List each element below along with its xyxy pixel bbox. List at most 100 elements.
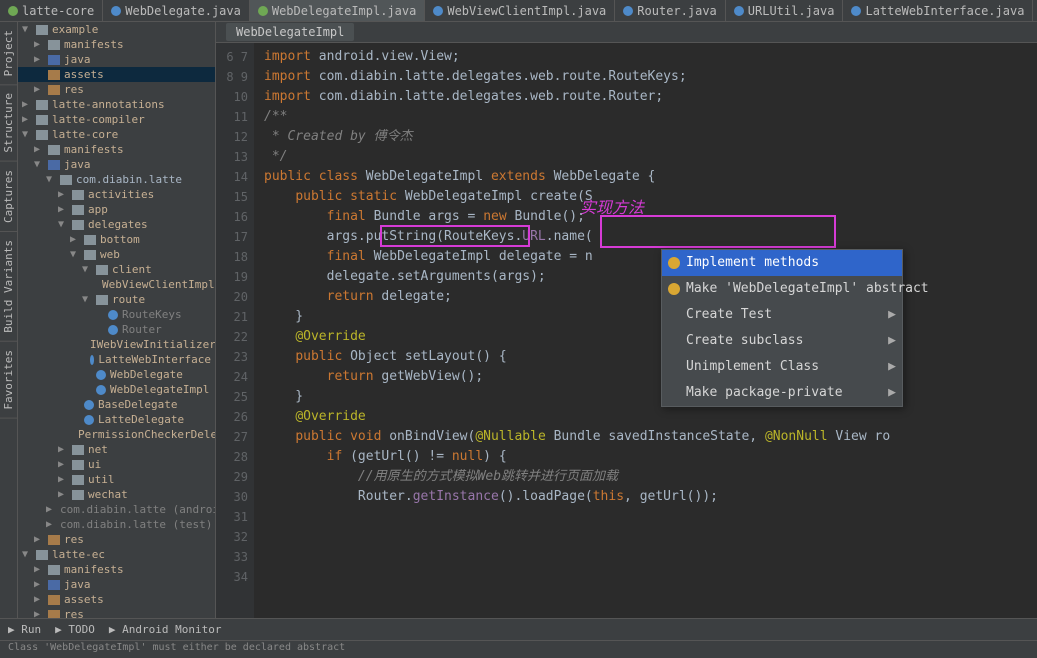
tree-item[interactable]: PermissionCheckerDelegate: [18, 427, 215, 442]
tree-item[interactable]: ▶res: [18, 607, 215, 618]
tree-item[interactable]: BaseDelegate: [18, 397, 215, 412]
editor-tab[interactable]: URLUtil.java: [726, 0, 844, 21]
code-line[interactable]: return getWebView();: [264, 367, 1027, 387]
tree-item[interactable]: RouteKeys: [18, 307, 215, 322]
tree-arrow-icon: ▼: [46, 174, 56, 185]
tree-item[interactable]: ▶activities: [18, 187, 215, 202]
tree-item[interactable]: LatteDelegate: [18, 412, 215, 427]
editor-tab[interactable]: Router.java: [615, 0, 725, 21]
code-line[interactable]: import com.diabin.latte.delegates.web.ro…: [264, 67, 1027, 87]
context-menu-item[interactable]: Make package-private▶: [662, 380, 902, 406]
tool-window-tab[interactable]: Captures: [0, 162, 17, 232]
code-line[interactable]: public Object setLayout() {: [264, 347, 1027, 367]
context-menu-item[interactable]: Create subclass▶: [662, 328, 902, 354]
tree-item[interactable]: WebDelegate: [18, 367, 215, 382]
submenu-arrow-icon: ▶: [888, 305, 896, 325]
tree-item[interactable]: ▼delegates: [18, 217, 215, 232]
tree-item[interactable]: WebViewClientImpl: [18, 277, 215, 292]
tree-item[interactable]: ▶wechat: [18, 487, 215, 502]
tree-item[interactable]: ▶manifests: [18, 562, 215, 577]
java-file-icon: [84, 400, 94, 410]
tree-item[interactable]: ▶java: [18, 577, 215, 592]
tree-item[interactable]: ▶assets: [18, 592, 215, 607]
context-menu-item[interactable]: Create Test▶: [662, 302, 902, 328]
tree-item[interactable]: ▶com.diabin.latte (test): [18, 517, 215, 532]
bottom-bar-tab[interactable]: ▶ TODO: [55, 623, 95, 636]
tool-window-tab[interactable]: Structure: [0, 85, 17, 162]
code-line[interactable]: if (getUrl() != null) {: [264, 447, 1027, 467]
tree-item[interactable]: IWebViewInitializer: [18, 337, 215, 352]
context-menu-item[interactable]: Unimplement Class▶: [662, 354, 902, 380]
tree-item[interactable]: ▶res: [18, 532, 215, 547]
code-line[interactable]: final WebDelegateImpl delegate = n: [264, 247, 1027, 267]
tree-item-label: route: [112, 293, 145, 306]
code-line[interactable]: }: [264, 387, 1027, 407]
code-line[interactable]: /**: [264, 107, 1027, 127]
editor-tab[interactable]: latte-core: [0, 0, 103, 21]
code-line[interactable]: @Override: [264, 327, 1027, 347]
code-line[interactable]: }: [264, 307, 1027, 327]
editor-tab[interactable]: WebViewClientImpl.java: [425, 0, 615, 21]
context-menu-item[interactable]: Make 'WebDelegateImpl' abstract: [662, 276, 902, 302]
tree-item[interactable]: ▶manifests: [18, 142, 215, 157]
tree-item[interactable]: ▶bottom: [18, 232, 215, 247]
tree-item[interactable]: assets: [18, 67, 215, 82]
code-line[interactable]: @Override: [264, 407, 1027, 427]
tree-item[interactable]: ▼com.diabin.latte: [18, 172, 215, 187]
tree-item-label: IWebViewInitializer: [90, 338, 216, 351]
tree-item[interactable]: ▼example: [18, 22, 215, 37]
tree-item[interactable]: ▶java: [18, 52, 215, 67]
tree-item-label: net: [88, 443, 108, 456]
code-line[interactable]: public static WebDelegateImpl create(S: [264, 187, 1027, 207]
java-file-icon: [851, 6, 861, 16]
tree-item[interactable]: ▼route: [18, 292, 215, 307]
tool-window-tab[interactable]: Build Variants: [0, 232, 17, 342]
tree-item[interactable]: LatteWebInterface: [18, 352, 215, 367]
project-tree[interactable]: ▼example▶manifests▶java assets▶res▶latte…: [18, 22, 216, 618]
context-menu-label: Unimplement Class: [686, 357, 819, 377]
tree-item[interactable]: ▶latte-compiler: [18, 112, 215, 127]
editor-tab[interactable]: WebDelegateImpl.java: [250, 0, 426, 21]
tree-item[interactable]: ▼latte-core: [18, 127, 215, 142]
tree-item[interactable]: ▶manifests: [18, 37, 215, 52]
code-line[interactable]: //用原生的方式模拟Web跳转并进行页面加载: [264, 467, 1027, 487]
folder-icon: [84, 250, 96, 260]
tree-item[interactable]: ▶app: [18, 202, 215, 217]
code-line[interactable]: public void onBindView(@Nullable Bundle …: [264, 427, 1027, 447]
tree-item[interactable]: WebDelegateImpl: [18, 382, 215, 397]
code-line[interactable]: */: [264, 147, 1027, 167]
tree-item[interactable]: ▶net: [18, 442, 215, 457]
code-line[interactable]: Router.getInstance().loadPage(this, getU…: [264, 487, 1027, 507]
folder-icon: [48, 145, 60, 155]
tool-window-tab[interactable]: Favorites: [0, 342, 17, 419]
tree-item[interactable]: ▼latte-ec: [18, 547, 215, 562]
tree-item[interactable]: Router: [18, 322, 215, 337]
tree-item[interactable]: ▼java: [18, 157, 215, 172]
code-editor[interactable]: import android.view.View;import com.diab…: [254, 43, 1037, 618]
code-line[interactable]: import android.view.View;: [264, 47, 1027, 67]
breadcrumb-item[interactable]: WebDelegateImpl: [226, 23, 354, 41]
tree-item-label: latte-core: [52, 128, 118, 141]
tree-item[interactable]: ▼web: [18, 247, 215, 262]
tool-window-tab[interactable]: Project: [0, 22, 17, 85]
tree-item[interactable]: ▶ui: [18, 457, 215, 472]
tree-item[interactable]: ▶latte-annotations: [18, 97, 215, 112]
code-line[interactable]: import com.diabin.latte.delegates.web.ro…: [264, 87, 1027, 107]
bottom-bar-tab[interactable]: ▶ Run: [8, 623, 41, 636]
editor-tab[interactable]: RouteKeys.java: [1033, 0, 1037, 21]
tree-item[interactable]: ▼client: [18, 262, 215, 277]
editor-tab[interactable]: WebDelegate.java: [103, 0, 250, 21]
context-menu-item[interactable]: Implement methods: [662, 250, 902, 276]
code-line[interactable]: public class WebDelegateImpl extends Web…: [264, 167, 1027, 187]
tab-label: URLUtil.java: [748, 4, 835, 18]
bottom-bar-tab[interactable]: ▶ Android Monitor: [109, 623, 222, 636]
code-line[interactable]: * Created by 傅令杰: [264, 127, 1027, 147]
tree-item[interactable]: ▶util: [18, 472, 215, 487]
tree-item[interactable]: ▶res: [18, 82, 215, 97]
tree-item-label: latte-annotations: [52, 98, 165, 111]
tree-arrow-icon: ▶: [34, 54, 44, 65]
editor-tab[interactable]: LatteWebInterface.java: [843, 0, 1033, 21]
tree-arrow-icon: ▼: [58, 219, 68, 230]
package-icon: [60, 175, 72, 185]
tree-item[interactable]: ▶com.diabin.latte (androidTest): [18, 502, 215, 517]
